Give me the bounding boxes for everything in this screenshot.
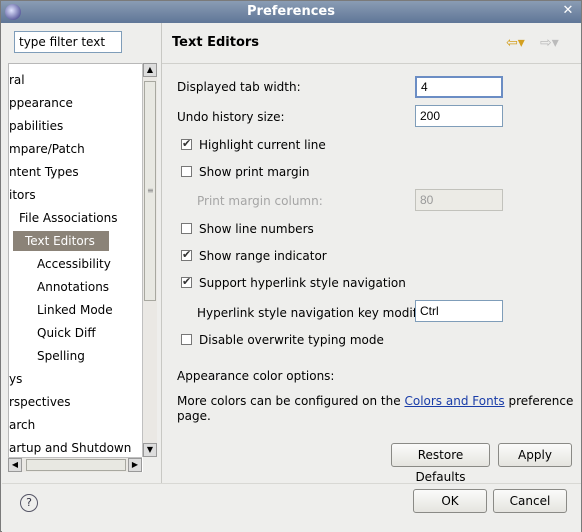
grip-icon: ≡ [147,186,154,195]
more-colors-line2: page. [177,409,211,423]
highlight-line-label: Highlight current line [199,138,326,152]
hyperlink-key-modifier-field[interactable] [415,300,503,322]
tree-item[interactable]: pabilities [9,116,63,136]
more-colors-suffix: preference [508,394,574,408]
back-arrow-icon[interactable]: ⇦▾ [506,35,525,51]
ok-button[interactable]: OK [413,489,487,513]
tree-item[interactable]: itors [9,185,36,205]
preference-page: Text Editors ⇦▾ ⇨▾ Displayed tab width: … [162,23,581,484]
undo-history-field[interactable] [415,105,503,127]
highlight-line-checkbox[interactable]: ✔ [181,137,192,150]
print-margin-checkbox[interactable] [181,166,192,177]
scroll-thumb[interactable]: ≡ [144,81,156,301]
hyperlink-key-modifier-label: Hyperlink style navigation key modifier: [197,306,437,320]
appearance-color-label: Appearance color options: [177,369,335,383]
page-title: Text Editors [172,35,260,50]
check-icon: ✔ [182,248,192,261]
more-colors-text: More colors can be configured on the Col… [177,394,573,408]
overwrite-mode-checkbox[interactable] [181,334,192,345]
tree-item[interactable]: rspectives [9,392,71,412]
tree-horizontal-scrollbar[interactable]: ◀ ▶ [8,457,142,472]
tree-item[interactable]: mpare/Patch [9,139,85,159]
title-bar: Preferences ✕ [1,1,581,23]
scroll-right-icon[interactable]: ▶ [128,458,142,472]
more-colors-prefix: More colors can be configured on the [177,394,401,408]
tree-item[interactable]: Spelling [9,346,85,366]
tree-item[interactable]: artup and Shutdown [9,438,131,458]
check-icon: ✔ [182,137,192,150]
hyperlink-navigation-label: Support hyperlink style navigation [199,276,406,290]
apply-button[interactable]: Apply [498,443,572,467]
horizontal-scroll-thumb[interactable] [26,459,126,471]
tree-item[interactable]: Accessibility [9,254,111,274]
tree-item[interactable]: File Associations [9,208,117,228]
tree-item[interactable]: arch [9,415,35,435]
cancel-button[interactable]: Cancel [493,489,567,513]
print-margin-column-label: Print margin column: [197,194,323,208]
help-icon[interactable]: ? [20,494,38,512]
line-numbers-label: Show line numbers [199,222,314,236]
tree-item[interactable]: Linked Mode [9,300,113,320]
window-title: Preferences [247,4,335,19]
tree-item[interactable]: Quick Diff [9,323,96,343]
tree-vertical-scrollbar[interactable]: ▲ ≡ ▼ [142,63,157,457]
tree-item[interactable]: ppearance [9,93,73,113]
overwrite-mode-label: Disable overwrite typing mode [199,333,384,347]
tree-item[interactable]: ntent Types [9,162,79,182]
dialog-footer: ? OK Cancel [2,483,581,532]
preferences-window: Preferences ✕ ral ppearance pabilities mpar… [0,0,582,532]
hyperlink-navigation-checkbox[interactable]: ✔ [181,275,192,288]
close-icon[interactable]: ✕ [560,3,576,19]
preferences-navigation: ral ppearance pabilities mpare/Patch ntent T… [2,23,160,483]
colors-and-fonts-link[interactable]: Colors and Fonts [404,394,504,408]
print-margin-label: Show print margin [199,165,310,179]
range-indicator-checkbox[interactable]: ✔ [181,248,192,261]
header-divider [162,63,581,64]
scroll-up-icon[interactable]: ▲ [143,63,157,77]
check-icon: ✔ [182,275,192,288]
range-indicator-label: Show range indicator [199,249,327,263]
tree-item[interactable]: Text Editors [13,231,109,251]
forward-arrow-icon: ⇨▾ [540,35,559,51]
tab-width-field[interactable] [415,76,503,98]
undo-history-label: Undo history size: [177,110,285,124]
tree-item[interactable]: ral [9,70,25,90]
line-numbers-checkbox[interactable] [181,223,192,234]
restore-defaults-button[interactable]: Restore Defaults [391,443,490,484]
tab-width-label: Displayed tab width: [177,80,301,94]
scroll-left-icon[interactable]: ◀ [8,458,22,472]
preference-tree[interactable]: ral ppearance pabilities mpare/Patch ntent T… [8,63,143,472]
tree-item[interactable]: ys [9,369,22,389]
tree-item[interactable]: Annotations [9,277,109,297]
print-margin-column-field [415,189,503,211]
filter-input[interactable] [14,31,122,53]
scroll-down-icon[interactable]: ▼ [143,443,157,457]
